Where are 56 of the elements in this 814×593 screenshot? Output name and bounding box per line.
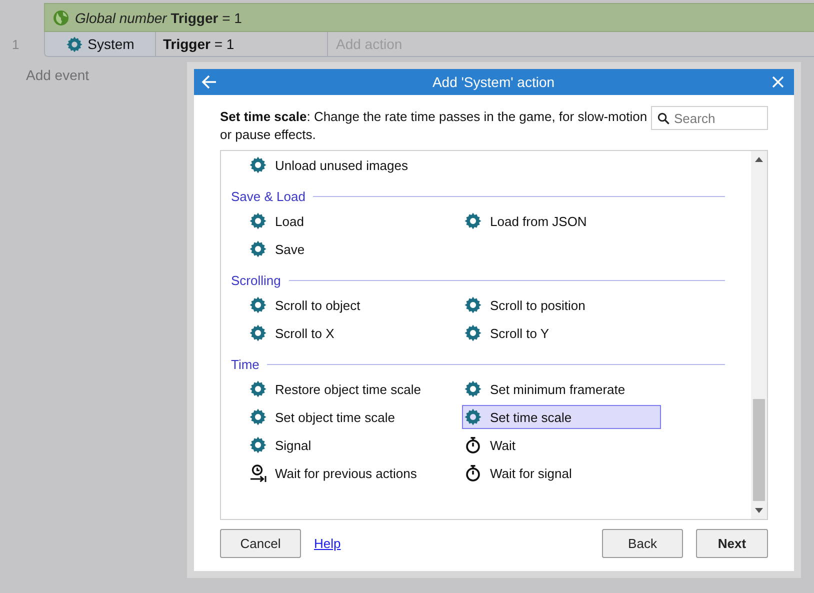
action-item[interactable]: Set time scale: [462, 405, 661, 429]
gear-icon: [249, 436, 267, 454]
action-item[interactable]: Wait: [462, 433, 661, 457]
search-field[interactable]: Search: [651, 106, 768, 130]
gear-icon: [464, 380, 482, 398]
gear-icon: [464, 296, 482, 314]
cancel-button[interactable]: Cancel: [220, 529, 301, 558]
next-button[interactable]: Next: [696, 529, 768, 558]
back-arrow-icon[interactable]: [201, 74, 217, 90]
event-number: 1: [11, 37, 20, 52]
section-heading: Scrolling: [231, 272, 281, 288]
action-item[interactable]: Restore object time scale: [247, 377, 446, 401]
stopwatch-icon: [464, 464, 482, 482]
gear-icon: [249, 212, 267, 230]
scroll-down-icon[interactable]: [754, 506, 764, 514]
action-item[interactable]: Scroll to Y: [462, 321, 661, 345]
action-item[interactable]: Wait for signal: [462, 461, 661, 485]
gear-icon: [249, 240, 267, 258]
gear-icon: [249, 296, 267, 314]
search-icon: [657, 112, 670, 125]
gear-icon: [464, 212, 482, 230]
action-description: Set time scale: Change the rate time passes in the game, for slow-motion or pause effects.: [220, 108, 648, 144]
action-item[interactable]: Save: [247, 237, 446, 261]
action-item[interactable]: Unload unused images: [247, 153, 446, 177]
scrollbar[interactable]: [751, 151, 767, 519]
scroll-thumb[interactable]: [753, 399, 765, 501]
condition-text: Global number Trigger = 1: [75, 10, 242, 26]
gear-icon: [249, 156, 267, 174]
back-button[interactable]: Back: [602, 529, 683, 558]
scroll-up-icon[interactable]: [754, 156, 764, 164]
action-item[interactable]: Wait for previous actions: [247, 461, 446, 485]
gear-icon: [249, 324, 267, 342]
action-item[interactable]: Scroll to position: [462, 293, 661, 317]
gear-icon: [66, 36, 83, 52]
close-icon[interactable]: [770, 74, 786, 90]
gear-icon: [464, 408, 482, 426]
condition-text: Trigger = 1: [163, 36, 234, 52]
action-item[interactable]: Load: [247, 209, 446, 233]
action-item[interactable]: Set object time scale: [247, 405, 446, 429]
action-item[interactable]: Scroll to object: [247, 293, 446, 317]
gear-icon: [464, 324, 482, 342]
action-item[interactable]: Scroll to X: [247, 321, 446, 345]
action-item[interactable]: Set minimum framerate: [462, 377, 661, 401]
help-link[interactable]: Help: [314, 536, 341, 551]
object-name: System: [88, 36, 134, 52]
action-item[interactable]: Load from JSON: [462, 209, 661, 233]
globe-icon: [53, 10, 69, 26]
condition-row[interactable]: Global number Trigger = 1: [44, 3, 814, 32]
gear-icon: [249, 408, 267, 426]
section-heading: Time: [231, 356, 260, 372]
gear-icon: [249, 380, 267, 398]
action-item[interactable]: Signal: [247, 433, 446, 457]
dialog-title: Add 'System' action: [431, 74, 556, 90]
stopwatch-icon: [464, 436, 482, 454]
section-heading: Save & Load: [231, 188, 306, 204]
clock-arrow-icon: [249, 464, 267, 482]
